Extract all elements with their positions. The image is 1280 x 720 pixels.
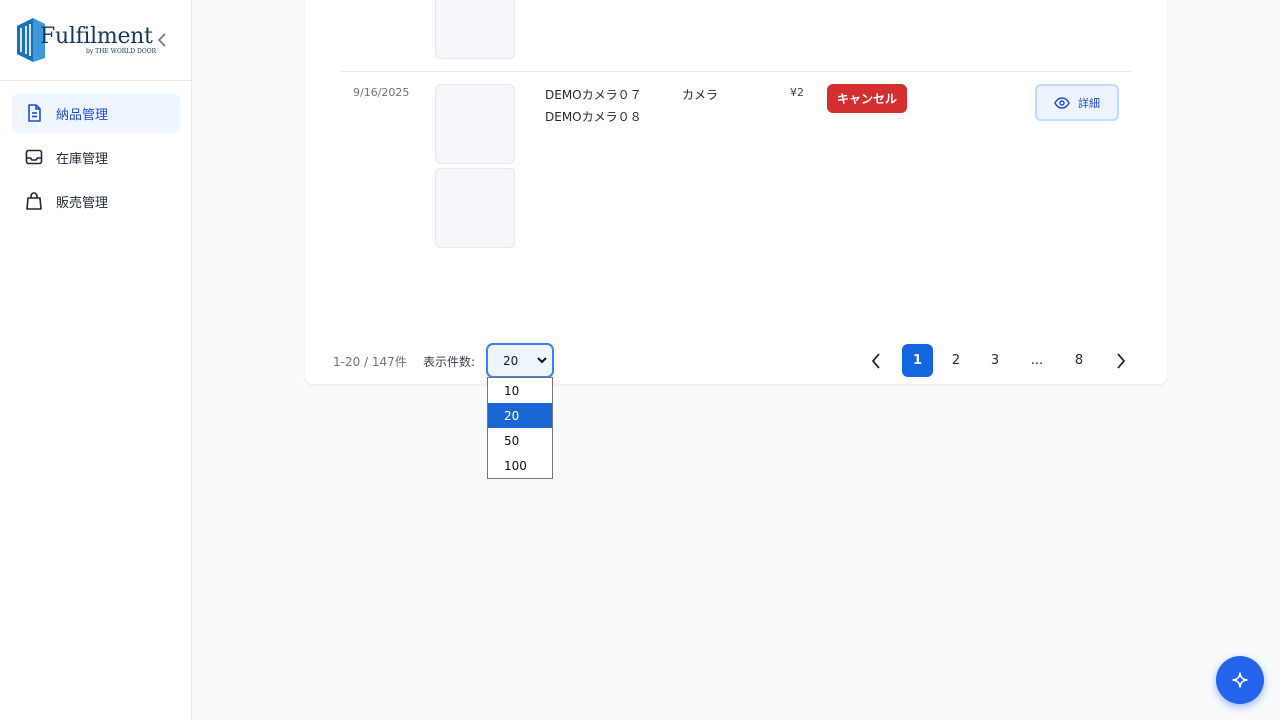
page-button-3[interactable]: 3 <box>982 344 1008 377</box>
brand-name: Fulfilment <box>40 24 153 49</box>
page-button-2[interactable]: 2 <box>943 344 969 377</box>
product-thumbnail <box>435 168 515 248</box>
chevron-left-icon <box>871 352 880 369</box>
per-page-option-20[interactable]: 20 <box>488 403 552 428</box>
chevron-down-icon <box>537 357 547 364</box>
product-price: ¥2 <box>790 86 804 99</box>
prev-page-button[interactable] <box>863 344 889 377</box>
per-page-option-100[interactable]: 100 <box>488 453 552 478</box>
product-name: DEMOカメラ０８ <box>545 110 642 124</box>
page-summary: 1-20 / 147件 <box>333 355 407 369</box>
brand-tagline: by THE WORLD DOOR <box>86 48 157 55</box>
logo-area: Fulfilment by THE WORLD DOOR <box>0 0 191 81</box>
product-thumbnail <box>435 84 515 164</box>
per-page-label: 表示件数: <box>423 355 476 369</box>
delivery-date: 9/16/2025 <box>353 86 410 99</box>
collapse-sidebar-button[interactable] <box>154 31 170 49</box>
shopping-bag-icon <box>25 192 43 210</box>
chevron-right-icon <box>1117 352 1126 369</box>
per-page-select[interactable]: 20 <box>487 344 553 377</box>
status-badge: キャンセル <box>827 84 907 113</box>
sidebar-item-label: 納品管理 <box>56 107 109 123</box>
sidebar-item-label: 在庫管理 <box>56 151 109 167</box>
sidebar-item-label: 販売管理 <box>56 195 109 211</box>
page-ellipsis: ... <box>1030 353 1044 368</box>
eye-icon <box>1054 96 1070 109</box>
next-page-button[interactable] <box>1108 344 1134 377</box>
per-page-value: 20 <box>503 353 519 368</box>
per-page-option-50[interactable]: 50 <box>488 428 552 453</box>
sidebar-item-delivery[interactable]: 納品管理 <box>12 93 180 133</box>
chevron-left-icon <box>157 33 166 47</box>
per-page-dropdown: 10 20 50 100 <box>487 377 553 479</box>
sidebar-nav: 納品管理 在庫管理 販売管理 <box>12 93 180 225</box>
page-button-1[interactable]: 1 <box>902 344 933 377</box>
delivery-list-card: 9/16/2025 DEMOカメラ０７ DEMOカメラ０８ カメラ ¥2 キャン… <box>305 0 1167 384</box>
document-icon <box>25 104 43 122</box>
sidebar: Fulfilment by THE WORLD DOOR 納品管理 在庫管理 販… <box>0 0 192 720</box>
row-divider <box>341 71 1131 72</box>
ai-assistant-button[interactable] <box>1216 656 1264 704</box>
product-thumbnail <box>435 0 515 59</box>
page-button-8[interactable]: 8 <box>1066 344 1092 377</box>
detail-button[interactable]: 詳細 <box>1035 84 1119 121</box>
product-category: カメラ <box>682 88 719 102</box>
sidebar-item-inventory[interactable]: 在庫管理 <box>12 137 180 177</box>
detail-button-label: 詳細 <box>1078 96 1100 110</box>
per-page-option-10[interactable]: 10 <box>488 378 552 403</box>
inbox-icon <box>25 148 43 166</box>
product-name: DEMOカメラ０７ <box>545 88 642 102</box>
sparkle-icon <box>1232 672 1248 688</box>
sidebar-item-sales[interactable]: 販売管理 <box>12 181 180 221</box>
